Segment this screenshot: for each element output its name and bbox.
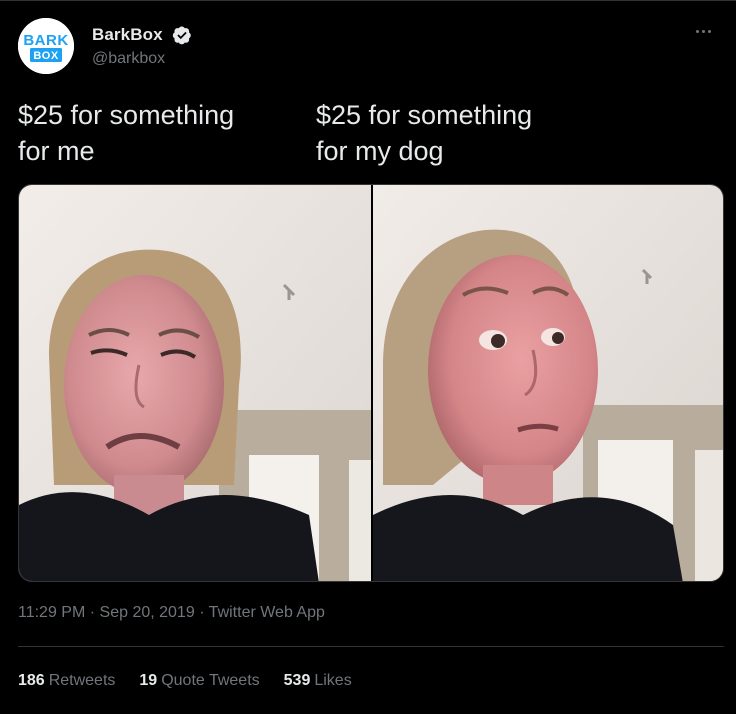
tweet-source[interactable]: Twitter Web App	[209, 604, 325, 621]
meta-divider	[18, 646, 724, 647]
meta-separator: ·	[89, 604, 96, 621]
avatar-text-bottom: BOX	[33, 50, 59, 62]
quote-tweets-stat[interactable]: 19 Quote Tweets	[139, 672, 259, 690]
avatar[interactable]: BARK BOX	[18, 18, 74, 74]
meta-separator: ·	[199, 604, 205, 621]
retweets-stat[interactable]: 186 Retweets	[18, 672, 115, 690]
caption-left: $25 for something for me	[18, 97, 298, 169]
tweet-date[interactable]: Sep 20, 2019	[100, 604, 195, 621]
barkbox-logo: BARK BOX	[18, 18, 74, 74]
caption-right: $25 for something for my dog	[316, 97, 596, 169]
author-name[interactable]: BarkBox	[92, 25, 163, 45]
top-divider	[0, 0, 736, 1]
caption-left-line2: for me	[18, 136, 95, 166]
tweet-time[interactable]: 11:29 PM	[18, 604, 85, 621]
likes-stat[interactable]: 539 Likes	[284, 672, 352, 690]
verified-badge-icon	[172, 26, 191, 45]
tweet-stats: 186 Retweets 19 Quote Tweets 539 Likes	[18, 672, 352, 690]
author-handle[interactable]: @barkbox	[92, 50, 165, 68]
avatar-text-top: BARK	[23, 32, 68, 49]
caption-right-line2: for my dog	[316, 136, 444, 166]
retweets-count: 186	[18, 672, 45, 689]
media-photo-right[interactable]	[373, 185, 723, 581]
media-photo-left[interactable]	[19, 185, 371, 581]
quote-tweets-label: Quote Tweets	[161, 672, 260, 689]
tweet: BARK BOX BarkBox @barkbox $25 for someth…	[0, 0, 736, 714]
tweet-meta: 11:29 PM · Sep 20, 2019 · Twitter Web Ap…	[18, 604, 325, 622]
more-options-icon[interactable]	[688, 20, 718, 42]
likes-label: Likes	[314, 672, 352, 689]
quote-tweets-count: 19	[139, 672, 158, 689]
caption-left-line1: $25 for something	[18, 100, 235, 130]
retweets-label: Retweets	[48, 672, 116, 689]
caption-right-line1: $25 for something	[316, 100, 533, 130]
likes-count: 539	[283, 672, 311, 689]
tweet-media[interactable]	[18, 184, 724, 582]
